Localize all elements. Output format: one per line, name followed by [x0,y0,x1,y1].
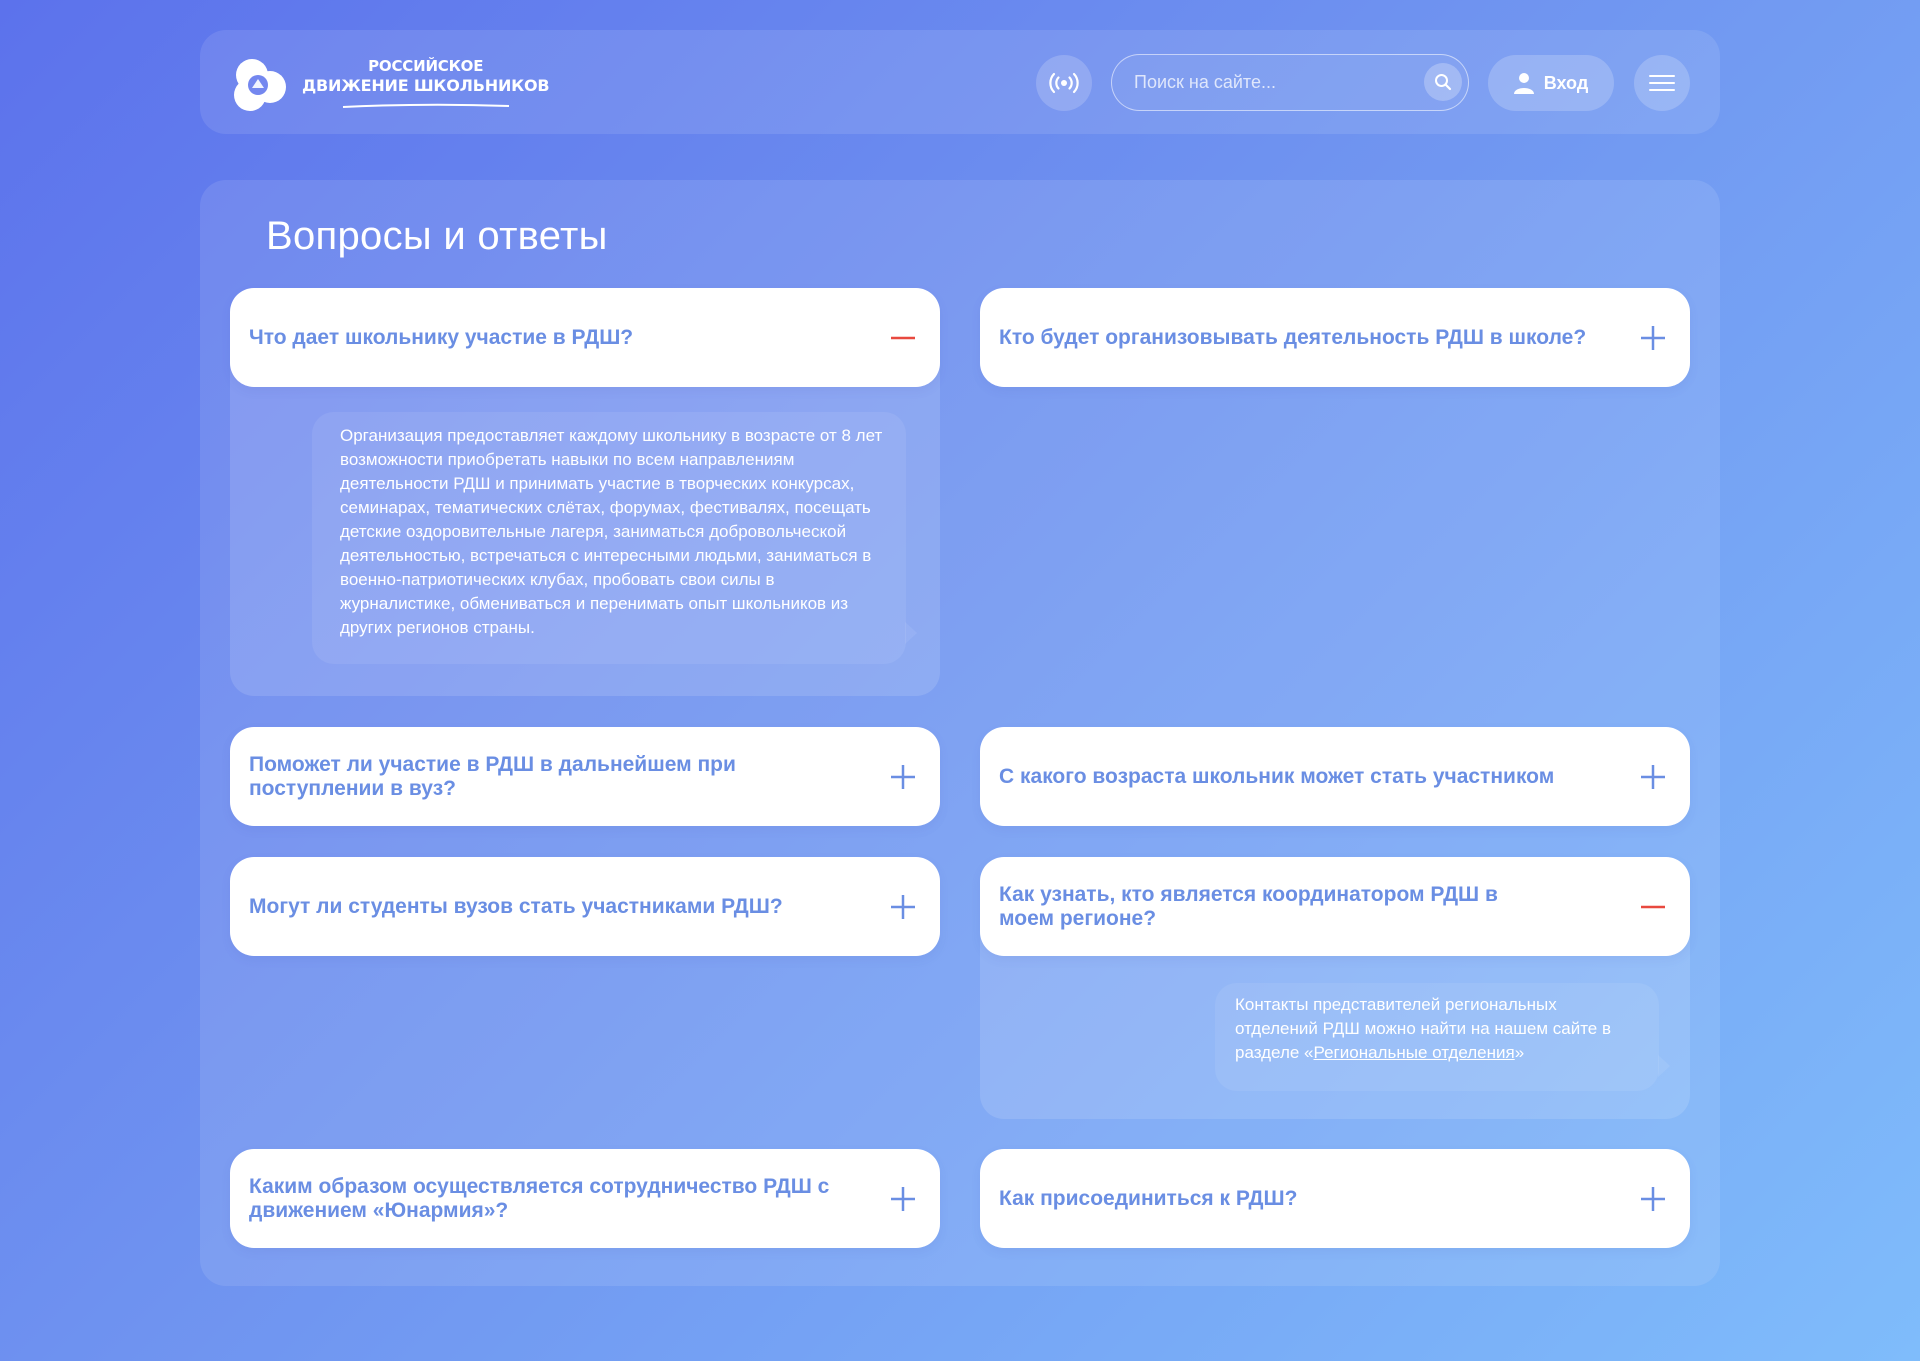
site-header: РОССИЙСКОЕ ДВИЖЕНИЕ ШКОЛЬНИКОВ Поиск на … [200,30,1720,134]
faq-question[interactable]: С какого возраста школьник может стать у… [980,727,1690,826]
logo-underline [342,103,509,108]
hamburger-icon [1649,75,1675,91]
search-button[interactable] [1424,63,1462,101]
plus-icon[interactable] [1638,762,1668,792]
answer-bubble-tail [1658,1055,1670,1077]
faq-question-text: Как присоединиться к РДШ? [999,1186,1298,1210]
login-label: Вход [1543,72,1589,93]
search-box [1111,54,1469,111]
faq-item: Кто будет организовывать деятельность РД… [980,288,1690,387]
plus-icon[interactable] [888,762,918,792]
radio-broadcast-icon [1049,72,1079,94]
faq-item: Как узнать, кто является координатором Р… [980,857,1690,1119]
plus-icon[interactable] [1638,323,1668,353]
faq-question[interactable]: Каким образом осуществляется сотрудничес… [230,1149,940,1248]
faq-item: Каким образом осуществляется сотрудничес… [230,1149,940,1248]
logo-line-1: РОССИЙСКОЕ [368,56,484,75]
regional-offices-link[interactable]: Региональные отделения [1314,1043,1515,1062]
faq-item: С какого возраста школьник может стать у… [980,727,1690,826]
faq-question[interactable]: Как присоединиться к РДШ? [980,1149,1690,1248]
faq-question[interactable]: Что дает школьнику участие в РДШ? [230,288,940,387]
faq-answer-text: Организация предоставляет каждому школьн… [340,426,883,637]
faq-item: Как присоединиться к РДШ? [980,1149,1690,1248]
faq-question-text: Как узнать, кто является координатором Р… [999,882,1498,930]
faq-answer-text-after: » [1514,1043,1525,1062]
minus-icon[interactable] [1638,892,1668,922]
menu-button[interactable] [1634,55,1690,111]
faq-panel: Вопросы и ответы Что дает школьнику учас… [200,180,1720,1286]
plus-icon[interactable] [1638,1184,1668,1214]
faq-question-text: Кто будет организовывать деятельность РД… [999,325,1587,349]
plus-icon[interactable] [888,892,918,922]
faq-question-text: Могут ли студенты вузов стать участникам… [249,894,783,918]
faq-question-text: Поможет ли участие в РДШ в дальнейшем пр… [249,752,736,800]
search-icon [1435,74,1452,91]
plus-icon[interactable] [888,1184,918,1214]
rdsh-logo-icon [234,59,286,111]
login-button[interactable]: Вход [1488,55,1614,111]
logo-text: РОССИЙСКОЕ ДВИЖЕНИЕ ШКОЛЬНИКОВ [302,56,550,114]
faq-question[interactable]: Кто будет организовывать деятельность РД… [980,288,1690,387]
search-input[interactable] [1134,55,1404,109]
radio-button[interactable] [1036,55,1092,111]
faq-question-text: Что дает школьнику участие в РДШ? [249,325,634,349]
faq-question[interactable]: Поможет ли участие в РДШ в дальнейшем пр… [230,727,940,826]
faq-answer: Контакты представителей региональных отд… [1215,983,1670,1091]
faq-answer: Организация предоставляет каждому школьн… [312,412,917,664]
rdsh-logo[interactable]: РОССИЙСКОЕ ДВИЖЕНИЕ ШКОЛЬНИКОВ [230,55,550,115]
faq-item: Могут ли студенты вузов стать участникам… [230,857,940,956]
faq-question[interactable]: Могут ли студенты вузов стать участникам… [230,857,940,956]
minus-icon[interactable] [888,323,918,353]
faq-question-text: Каким образом осуществляется сотрудничес… [249,1174,830,1222]
page-title: Вопросы и ответы [266,214,608,258]
faq-item: Что дает школьнику участие в РДШ? Органи… [230,288,940,696]
user-icon [1513,73,1534,94]
faq-question-text: С какого возраста школьник может стать у… [999,764,1555,788]
faq-question[interactable]: Как узнать, кто является координатором Р… [980,857,1690,956]
logo-line-2: ДВИЖЕНИЕ ШКОЛЬНИКОВ [302,75,550,95]
faq-item: Поможет ли участие в РДШ в дальнейшем пр… [230,727,940,826]
answer-bubble-tail [905,622,917,644]
